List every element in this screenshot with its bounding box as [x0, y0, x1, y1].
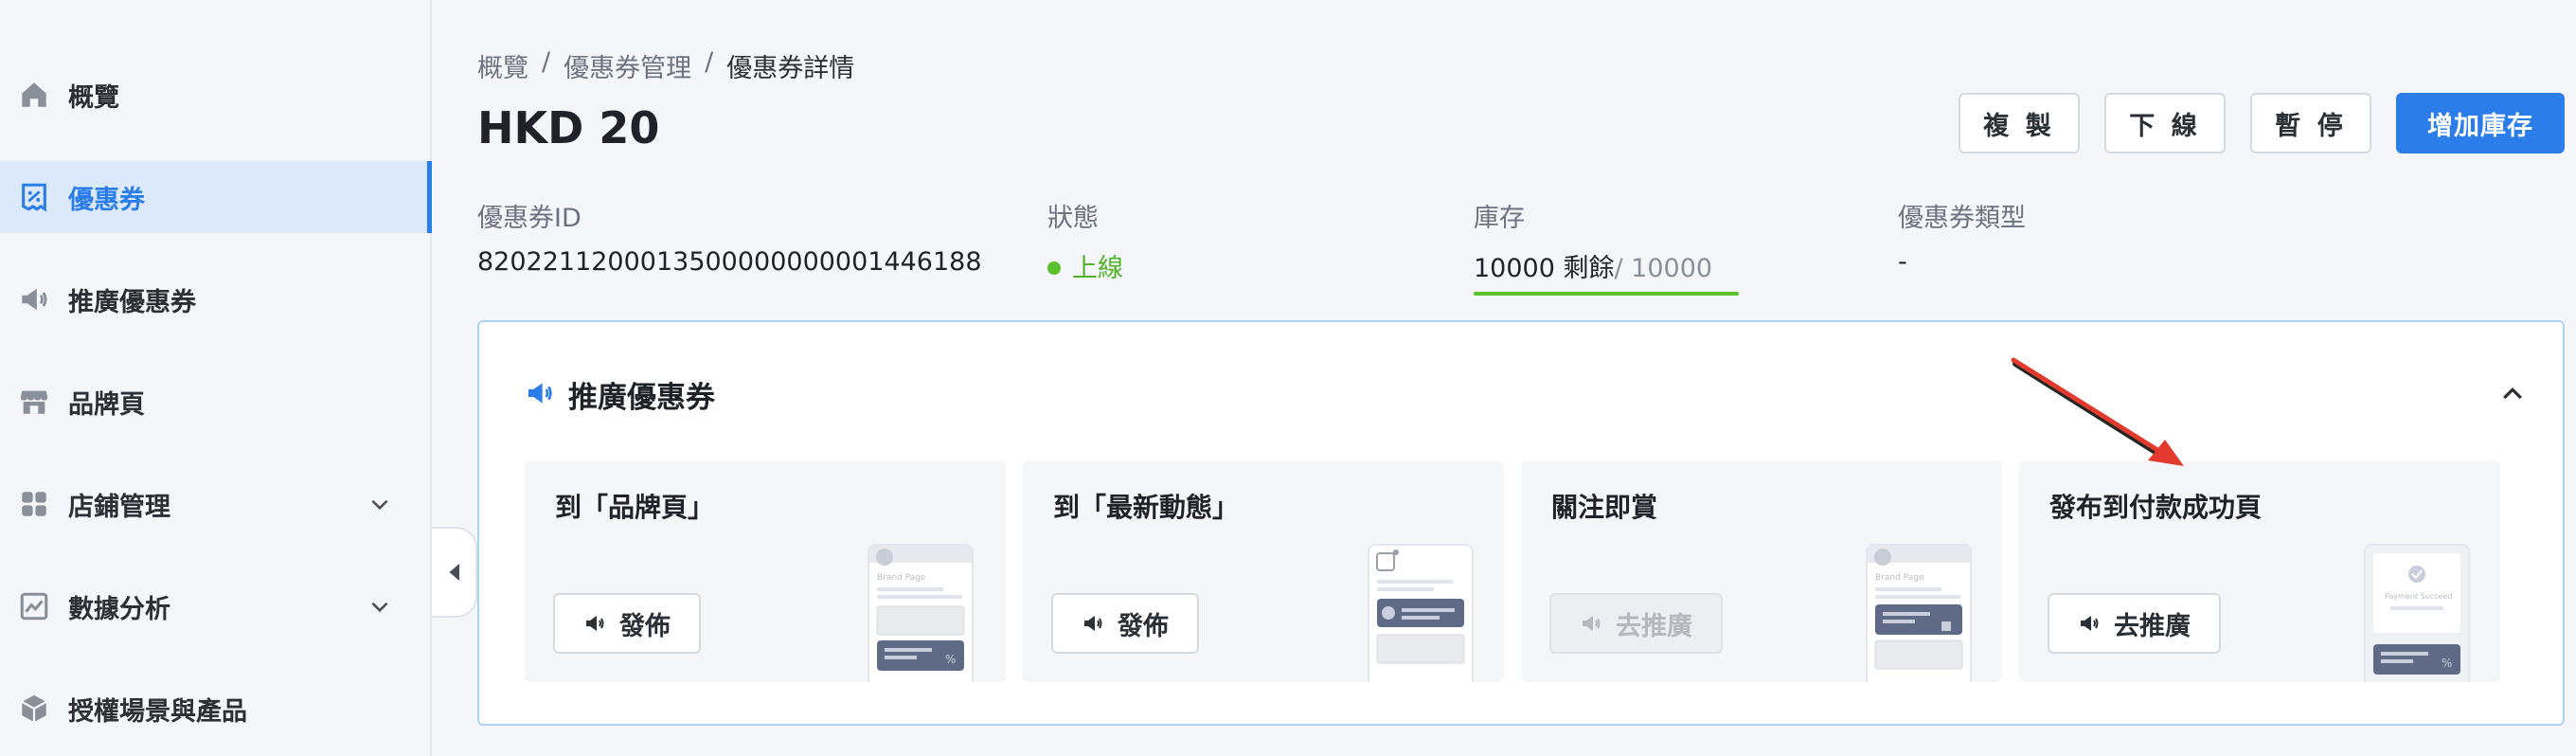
breadcrumb-link-coupon-management[interactable]: 優惠券管理: [564, 47, 691, 84]
promo-tile-title: 發布到付款成功頁: [2049, 492, 2263, 523]
sidebar-item-label: 授權場景與產品: [68, 696, 247, 727]
sidebar-item-label: 店鋪管理: [68, 492, 170, 522]
megaphone-icon: [525, 378, 555, 412]
brand-page-preview-image: Brand Page %: [868, 544, 974, 682]
sidebar-item-label: 品牌頁: [68, 389, 145, 420]
stock-label: 庫存: [1474, 204, 1525, 233]
stock-total: / 10000: [1614, 254, 1713, 283]
go-promote-button[interactable]: 去推廣: [2048, 593, 2221, 654]
coupon-type-field: 優惠券類型 -: [1898, 197, 2026, 277]
coupon-type-value: -: [1898, 247, 1907, 277]
chevron-up-icon[interactable]: [2496, 377, 2529, 409]
home-icon: [17, 78, 51, 112]
latest-news-preview-image: [1368, 544, 1474, 682]
breadcrumb-link-overview[interactable]: 概覽: [477, 47, 528, 84]
sidebar-item-store-management[interactable]: 店鋪管理: [0, 468, 428, 540]
box-icon: [17, 692, 51, 726]
page-title: HKD 20: [477, 102, 660, 153]
breadcrumb-separator: /: [542, 47, 551, 77]
sidebar-item-coupon[interactable]: 優惠券: [0, 161, 432, 233]
promote-panel-title: 推廣優惠券: [568, 381, 715, 415]
stock-progress-bar: [1474, 292, 1739, 296]
svg-text:%: %: [2442, 657, 2452, 670]
svg-text:%: %: [945, 653, 956, 666]
sidebar-item-label: 推廣優惠券: [68, 287, 196, 317]
publish-button[interactable]: 發佈: [553, 593, 701, 654]
promote-panel-header: 推廣優惠券: [525, 373, 715, 416]
sidebar-item-promote-coupon[interactable]: 推廣優惠券: [0, 263, 428, 335]
promo-tile-payment-success: 發布到付款成功頁 去推廣 Payment Succeed %: [2019, 460, 2500, 682]
preview-caption: Brand Page: [877, 573, 926, 583]
annotation-arrow-icon: [2011, 357, 2184, 466]
pause-button[interactable]: 暫 停: [2250, 93, 2371, 153]
status-badge: 上線: [1072, 254, 1123, 283]
stock-remaining: 10000 剩餘: [1474, 254, 1615, 283]
promo-tile-follow-reward: 關注即賞 去推廣 Brand Page: [1521, 460, 2002, 682]
action-bar: 複 製 下 線 暫 停 增加庫存: [1959, 93, 2565, 153]
status-label: 狀態: [1047, 204, 1099, 233]
sidebar-item-authorized-scenes[interactable]: 授權場景與產品: [0, 673, 428, 745]
offline-button[interactable]: 下 線: [2104, 93, 2226, 153]
megaphone-icon: [2081, 616, 2099, 631]
coupon-icon: [17, 180, 51, 214]
promo-tile-title: 到「最新動態」: [1053, 492, 1240, 523]
promo-tile-latest-news: 到「最新動態」 發佈: [1023, 460, 1504, 682]
preview-caption: Payment Succeed: [2385, 592, 2452, 601]
coupon-id-value: 8202211200013500000000001446188: [477, 247, 982, 277]
breadcrumb-current: 優惠券詳情: [726, 54, 855, 83]
status-dot-icon: [1047, 261, 1061, 275]
go-promote-button[interactable]: 去推廣: [1549, 593, 1723, 654]
coupon-type-label: 優惠券類型: [1898, 204, 2026, 233]
coupon-id-field: 優惠券ID 8202211200013500000000001446188: [477, 197, 982, 277]
sidebar-item-brand-page[interactable]: 品牌頁: [0, 366, 428, 438]
megaphone-icon: [586, 616, 604, 631]
breadcrumb: 概覽 / 優惠券管理 / 優惠券詳情: [477, 47, 854, 84]
megaphone-icon: [17, 282, 51, 316]
sidebar-item-label: 數據分析: [68, 594, 170, 624]
promo-tile-title: 關注即賞: [1551, 492, 1658, 523]
megaphone-icon: [1583, 616, 1601, 631]
caret-left-icon: [449, 564, 459, 581]
sidebar-item-data-analysis[interactable]: 數據分析: [0, 570, 428, 642]
sidebar: 概覽 優惠券 推廣優惠券 品牌頁 店鋪管理 數據分析 授權場景與產品: [0, 0, 432, 756]
megaphone-icon: [1084, 616, 1102, 631]
sidebar-collapse-button[interactable]: [432, 527, 477, 618]
publish-button[interactable]: 發佈: [1051, 593, 1199, 654]
payment-success-preview-image: Payment Succeed %: [2364, 544, 2470, 682]
stock-field: 庫存 10000 剩餘/ 10000: [1474, 197, 1739, 296]
sidebar-item-label: 優惠券: [68, 185, 145, 215]
chevron-down-icon[interactable]: [366, 592, 394, 621]
breadcrumb-separator: /: [705, 47, 714, 77]
chevron-down-icon[interactable]: [366, 490, 394, 518]
promo-tile-brand-page: 到「品牌頁」 發佈 Brand Page %: [525, 460, 1006, 682]
status-field: 狀態 上線: [1047, 197, 1123, 284]
grid-icon: [17, 487, 51, 521]
sidebar-item-overview[interactable]: 概覽: [0, 59, 428, 131]
copy-button[interactable]: 複 製: [1959, 93, 2080, 153]
store-icon: [17, 385, 51, 419]
follow-reward-preview-image: Brand Page: [1866, 544, 1972, 682]
chart-icon: [17, 589, 51, 623]
add-stock-button[interactable]: 增加庫存: [2396, 93, 2565, 153]
promo-tile-title: 到「品牌頁」: [555, 492, 715, 523]
preview-caption: Brand Page: [1875, 573, 1924, 583]
promote-coupon-panel: 推廣優惠券 到「品牌頁」 發佈 Brand Page % 到「最新動態」 發佈 …: [477, 320, 2565, 726]
sidebar-item-label: 概覽: [68, 82, 119, 113]
coupon-id-label: 優惠券ID: [477, 204, 581, 233]
